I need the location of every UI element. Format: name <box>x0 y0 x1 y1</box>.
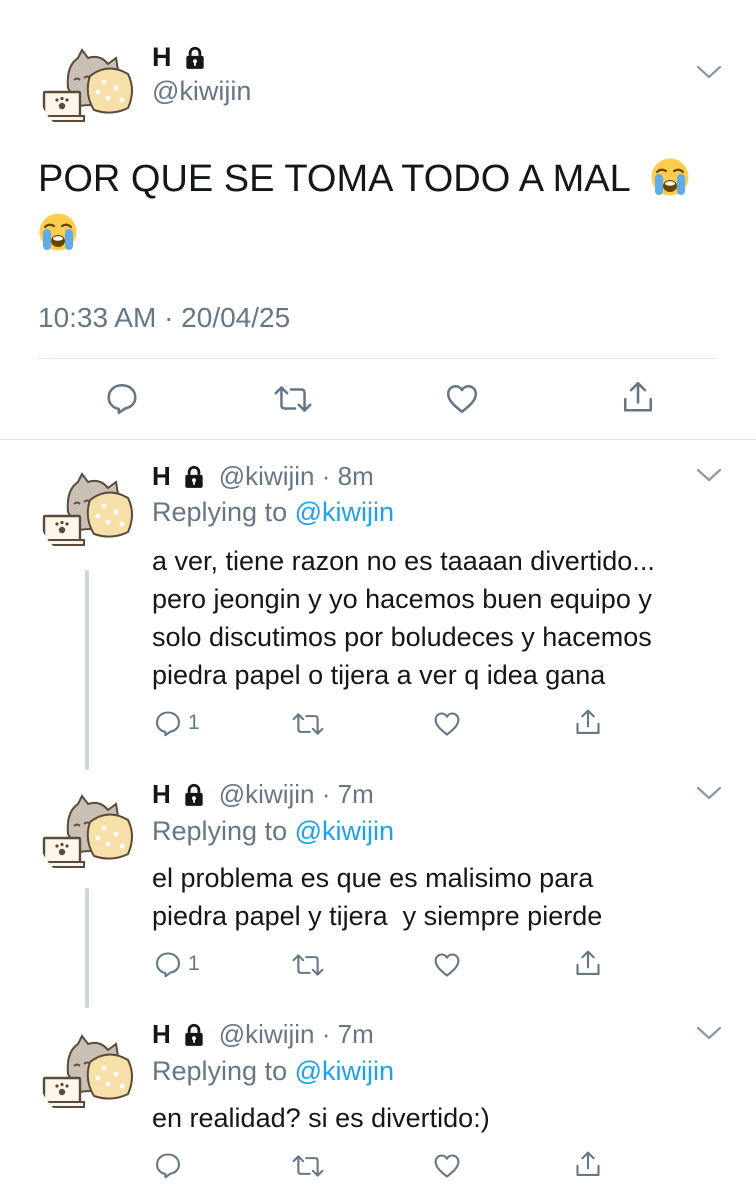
tweet-text-body: POR QUE SE TOMA TODO A MAL <box>38 158 630 200</box>
author-name: H <box>152 779 171 809</box>
retweet-icon <box>290 710 326 738</box>
reply-button[interactable]: 1 <box>154 709 200 737</box>
author-name: H <box>152 461 171 491</box>
replying-to: Replying to @kiwijin <box>152 1056 394 1087</box>
share-icon <box>621 380 655 414</box>
tweet-timestamp[interactable]: 10:33 AM · 20/04/25 <box>38 302 290 334</box>
replying-label: Replying to <box>152 816 288 846</box>
share-icon <box>574 949 602 977</box>
main-tweet: H @kiwijin POR QUE SE TOMA TODO A MAL 10… <box>0 0 756 440</box>
like-button[interactable] <box>433 951 461 979</box>
handle-time: @kiwijin · 7m <box>218 779 374 809</box>
lock-icon <box>181 1022 207 1048</box>
lock-icon <box>182 45 208 71</box>
author-name-row[interactable]: H <box>152 42 208 73</box>
like-button[interactable] <box>433 710 461 738</box>
reply-icon <box>154 709 182 737</box>
author-name-row[interactable]: H @kiwijin · 7m <box>152 779 374 810</box>
avatar[interactable] <box>38 1022 138 1122</box>
handle-time: @kiwijin · 7m <box>218 1019 374 1049</box>
replying-handle-link[interactable]: @kiwijin <box>295 497 394 527</box>
author-name-row[interactable]: H @kiwijin · 8m <box>152 461 374 492</box>
loudly-crying-face-emoji <box>38 212 78 252</box>
replying-label: Replying to <box>152 1056 288 1086</box>
reply-tweet[interactable]: H @kiwijin · 7m Replying to @kiwijin el … <box>0 758 756 1008</box>
loudly-crying-face-emoji <box>650 157 690 197</box>
reply-text-line: piedra papel y tijera y siempre pierde <box>152 901 603 931</box>
retweet-button[interactable] <box>272 382 314 416</box>
avatar[interactable] <box>38 36 138 136</box>
lock-icon <box>181 782 207 808</box>
reply-icon <box>154 950 182 978</box>
reply-tweet[interactable]: H @kiwijin · 8m Replying to @kiwijin a v… <box>0 440 756 770</box>
share-icon <box>574 708 602 736</box>
heart-icon <box>433 951 461 979</box>
handle-time: @kiwijin · 8m <box>218 461 374 491</box>
replying-to: Replying to @kiwijin <box>152 816 394 847</box>
retweet-button[interactable] <box>290 710 326 738</box>
author-name: H <box>152 42 172 72</box>
avatar-image <box>38 1022 138 1122</box>
like-button[interactable] <box>445 382 479 416</box>
reply-text-line: piedra papel o tijera a ver q idea gana <box>152 660 606 690</box>
replying-to: Replying to @kiwijin <box>152 497 394 528</box>
reply-text: en realidad? si es divertido:) <box>152 1099 742 1137</box>
share-icon <box>574 1150 602 1178</box>
reply-icon <box>105 381 139 415</box>
heart-icon <box>433 1152 461 1180</box>
reply-text-line: el problema es que es malisimo para <box>152 863 594 893</box>
reply-button[interactable]: 1 <box>154 950 200 978</box>
reply-text: a ver, tiene razon no es taaaan divertid… <box>152 542 742 694</box>
reply-text-line: solo discutimos por boludeces y hacemos <box>152 622 652 652</box>
reply-text-line: en realidad? si es divertido:) <box>152 1103 490 1133</box>
reply-text-line: a ver, tiene razon no es taaaan divertid… <box>152 546 655 576</box>
chevron-down-icon[interactable] <box>696 64 722 80</box>
avatar[interactable] <box>38 782 138 882</box>
reply-count: 1 <box>188 711 200 734</box>
chevron-down-icon[interactable] <box>696 785 722 801</box>
replying-handle-link[interactable]: @kiwijin <box>295 1056 394 1086</box>
retweet-button[interactable] <box>290 1152 326 1180</box>
avatar[interactable] <box>38 460 138 560</box>
reply-button[interactable] <box>105 381 139 415</box>
divider <box>38 358 718 359</box>
reply-icon <box>154 1151 182 1179</box>
reply-tweet[interactable]: H @kiwijin · 7m Replying to @kiwijin en … <box>0 1000 756 1200</box>
author-name: H <box>152 1019 171 1049</box>
chevron-down-icon[interactable] <box>696 1025 722 1041</box>
thread-line <box>85 570 89 770</box>
reply-button[interactable] <box>154 1151 188 1179</box>
author-handle[interactable]: @kiwijin <box>152 76 251 107</box>
retweet-icon <box>290 1152 326 1180</box>
retweet-icon <box>290 951 326 979</box>
heart-icon <box>433 710 461 738</box>
share-button[interactable] <box>574 949 602 977</box>
retweet-button[interactable] <box>290 951 326 979</box>
avatar-image <box>38 460 138 560</box>
share-button[interactable] <box>621 380 655 414</box>
tweet-text: POR QUE SE TOMA TODO A MAL <box>38 152 718 262</box>
like-button[interactable] <box>433 1152 461 1180</box>
thread-line <box>85 888 89 1008</box>
retweet-icon <box>272 382 314 416</box>
lock-icon <box>181 464 207 490</box>
reply-text: el problema es que es malisimo para pied… <box>152 859 742 935</box>
replying-label: Replying to <box>152 497 288 527</box>
chevron-down-icon[interactable] <box>696 467 722 483</box>
share-button[interactable] <box>574 1150 602 1178</box>
share-button[interactable] <box>574 708 602 736</box>
heart-icon <box>445 382 479 416</box>
avatar-image <box>38 782 138 882</box>
replying-handle-link[interactable]: @kiwijin <box>295 816 394 846</box>
author-name-row[interactable]: H @kiwijin · 7m <box>152 1019 374 1050</box>
avatar-image <box>38 36 138 136</box>
reply-count: 1 <box>188 952 200 975</box>
reply-text-line: pero jeongin y yo hacemos buen equipo y <box>152 584 652 614</box>
